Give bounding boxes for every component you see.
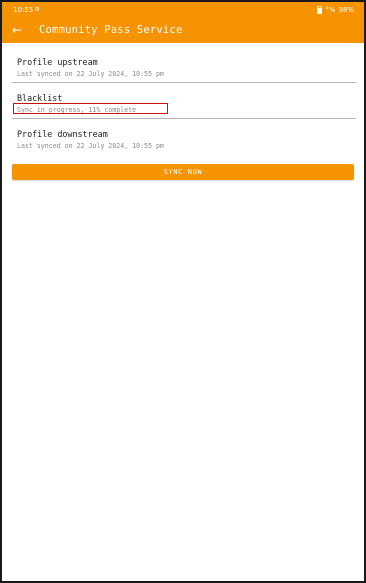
- status-indicators: °% 98%: [317, 6, 354, 14]
- item-status: Last synced on 22 July 2024, 10:55 pm: [17, 70, 164, 78]
- signal-text: °%: [325, 6, 336, 14]
- page-title: Community Pass Service: [39, 24, 183, 36]
- item-status: Sync in progress, 11% complete: [17, 106, 137, 114]
- item-title: Profile upstream: [17, 57, 98, 67]
- arrow-left-icon[interactable]: ←: [12, 24, 32, 36]
- status-time: 10:55: [13, 6, 34, 14]
- gear-icon: ⚙: [35, 5, 40, 13]
- sync-list: Profile upstream Last synced on 22 July …: [12, 52, 356, 160]
- battery-icon: [317, 6, 323, 14]
- list-item-profile-downstream: Profile downstream Last synced on 22 Jul…: [12, 124, 356, 155]
- battery-text: 98%: [338, 6, 354, 14]
- list-item-profile-upstream: Profile upstream Last synced on 22 July …: [12, 52, 356, 83]
- device-frame: 10:55 ⚙ °% 98% ← Community Pass Service …: [0, 0, 366, 583]
- item-status: Last synced on 22 July 2024, 10:55 pm: [17, 142, 164, 150]
- status-bar: 10:55 ⚙ °% 98%: [2, 2, 364, 17]
- app-bar: ← Community Pass Service: [2, 17, 364, 43]
- list-item-blacklist: Blacklist Sync in progress, 11% complete: [12, 88, 356, 119]
- item-title: Profile downstream: [17, 129, 108, 139]
- sync-now-button[interactable]: SYNC NOW: [12, 164, 354, 180]
- item-title: Blacklist: [17, 93, 63, 103]
